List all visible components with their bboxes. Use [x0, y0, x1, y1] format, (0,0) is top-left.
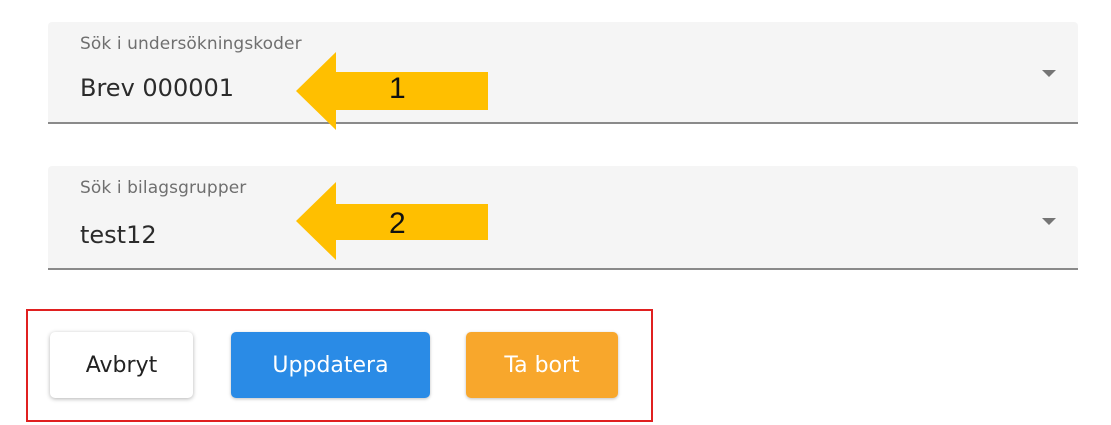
attachment-group-label: Sök i bilagsgrupper — [80, 178, 247, 198]
delete-button[interactable]: Ta bort — [466, 332, 618, 398]
survey-code-label: Sök i undersökningskoder — [80, 34, 302, 54]
survey-code-value: Brev 000001 — [80, 74, 235, 102]
cancel-button[interactable]: Avbryt — [50, 332, 193, 398]
update-button[interactable]: Uppdatera — [231, 332, 430, 398]
chevron-down-icon[interactable] — [1042, 70, 1056, 77]
attachment-group-select[interactable]: Sök i bilagsgrupper test12 — [48, 166, 1078, 270]
chevron-down-icon[interactable] — [1042, 218, 1056, 225]
annotation-number: 2 — [389, 207, 406, 240]
annotation-number: 1 — [389, 72, 406, 105]
attachment-group-value: test12 — [80, 221, 157, 249]
survey-code-select[interactable]: Sök i undersökningskoder Brev 000001 — [48, 22, 1078, 124]
